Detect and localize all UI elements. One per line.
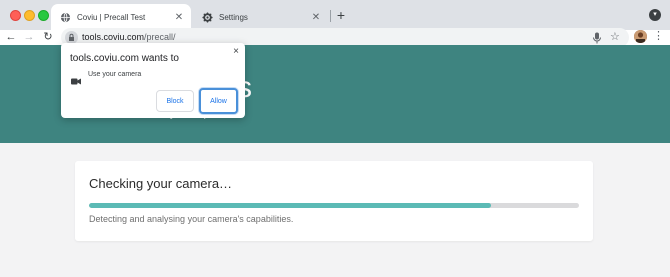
allow-button[interactable]: Allow <box>199 88 238 114</box>
tab-close-icon[interactable]: ✕ <box>310 11 322 23</box>
microphone-icon[interactable] <box>592 31 602 44</box>
back-arrow-icon[interactable]: ← <box>4 30 18 45</box>
forward-arrow-icon[interactable]: → <box>22 30 36 45</box>
block-button[interactable]: Block <box>156 90 194 112</box>
tab-title: Coviu | Precall Test <box>77 12 146 22</box>
permission-popup: × tools.coviu.com wants to Use your came… <box>61 43 245 118</box>
more-menu-icon[interactable]: ⋮ <box>653 30 664 43</box>
bookmark-star-icon[interactable]: ☆ <box>610 30 620 43</box>
tab-settings[interactable]: Settings ✕ <box>193 4 328 30</box>
minimize-window-button[interactable] <box>24 10 35 21</box>
reload-icon[interactable]: ↻ <box>41 30 55 45</box>
progress-fill <box>89 203 491 208</box>
url-path: /precall/ <box>144 32 176 42</box>
tab-coviu-precall[interactable]: Coviu | Precall Test ✕ <box>51 4 191 30</box>
globe-icon <box>59 11 71 23</box>
progress-bar <box>89 203 579 208</box>
permission-label: Use your camera <box>88 71 142 78</box>
close-window-button[interactable] <box>10 10 21 21</box>
tab-separator <box>330 10 331 22</box>
camera-icon <box>71 72 81 85</box>
tab-title: Settings <box>219 12 248 22</box>
gear-icon <box>201 11 213 23</box>
close-icon[interactable]: × <box>233 46 239 57</box>
card-description: Detecting and analysing your camera's ca… <box>89 214 294 224</box>
tab-strip: Coviu | Precall Test ✕ Settings ✕ + ▾ <box>0 0 670 30</box>
camera-check-card: Checking your camera… Detecting and anal… <box>75 161 593 241</box>
card-title: Checking your camera… <box>89 176 233 191</box>
new-tab-button[interactable]: + <box>334 8 348 22</box>
url-host: tools.coviu.com <box>82 32 145 42</box>
profile-avatar[interactable] <box>634 30 647 43</box>
maximize-window-button[interactable] <box>38 10 49 21</box>
popup-title: tools.coviu.com wants to <box>70 53 179 64</box>
tab-close-icon[interactable]: ✕ <box>173 11 185 23</box>
tab-search-icon[interactable]: ▾ <box>649 9 661 21</box>
